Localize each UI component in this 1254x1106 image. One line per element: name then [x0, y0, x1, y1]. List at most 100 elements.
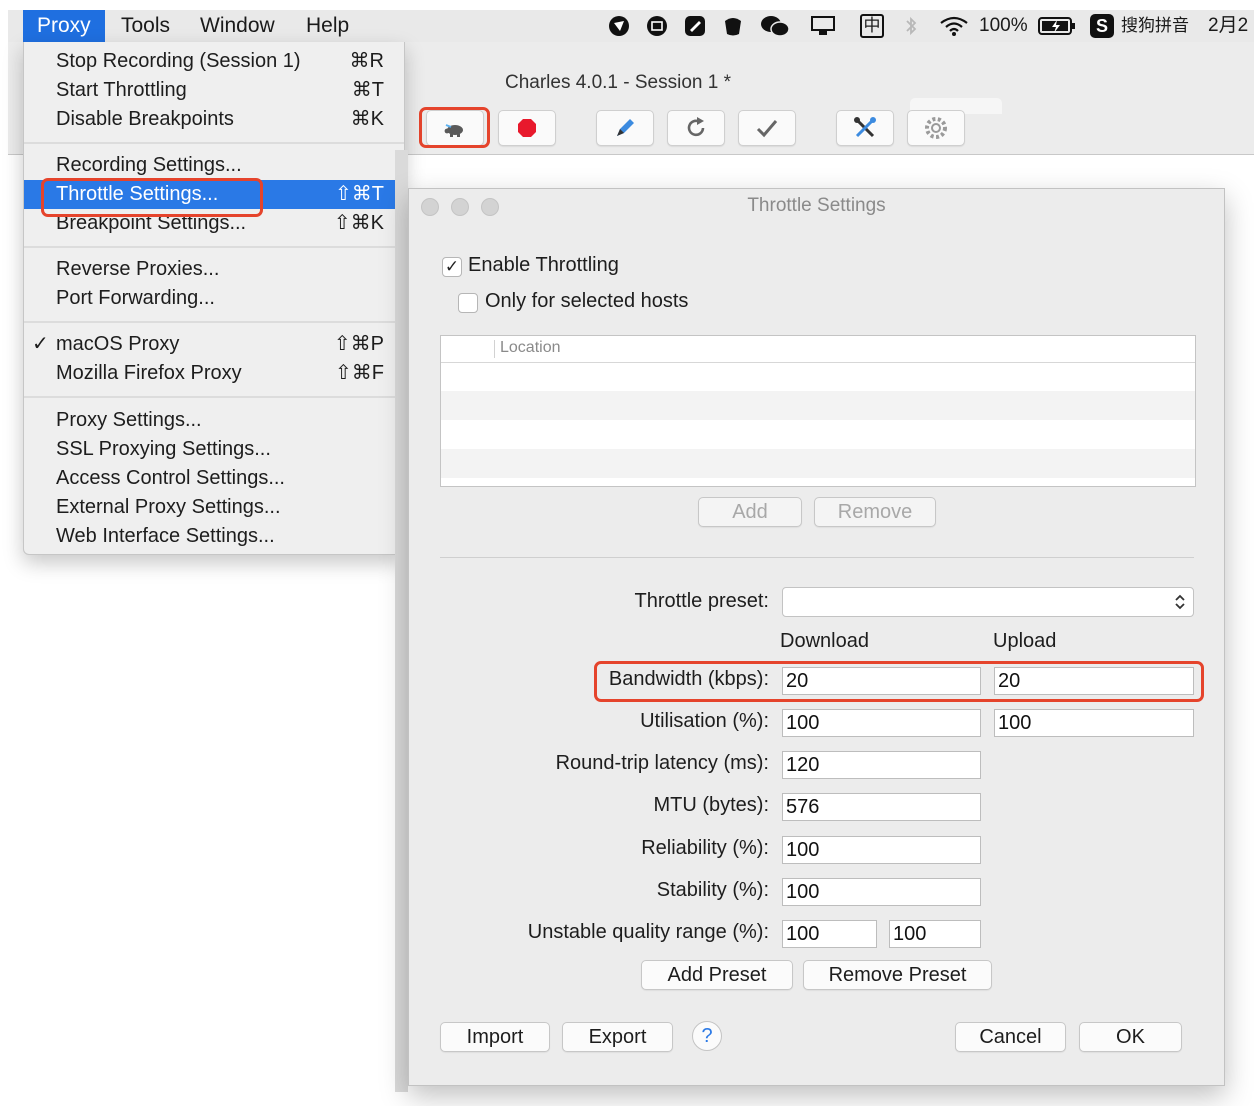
menu-window[interactable]: Window	[200, 10, 275, 42]
utilisation-upload-input[interactable]	[994, 709, 1194, 737]
compose-button[interactable]	[596, 110, 654, 146]
upload-column-header: Upload	[993, 630, 1057, 652]
enable-throttling-label: Enable Throttling	[468, 254, 619, 276]
location-column-header[interactable]: Location	[500, 339, 561, 357]
checkmark-icon	[756, 120, 778, 138]
background-window-edge	[395, 150, 408, 1092]
menu-bar: Proxy Tools Window Help 中 100% S 搜狗拼音 2月…	[8, 10, 1254, 43]
stability-input[interactable]	[782, 878, 981, 906]
menu-item-shortcut: ⇧⌘T	[335, 183, 384, 205]
menu-help[interactable]: Help	[306, 10, 349, 42]
throttle-preset-select[interactable]	[782, 587, 1194, 617]
menu-proxy[interactable]: Proxy	[23, 10, 105, 42]
repeat-button[interactable]	[667, 110, 725, 146]
menu-item-web-interface-settings[interactable]: Web Interface Settings...	[24, 522, 404, 551]
wechat-icon[interactable]	[760, 15, 790, 37]
reliability-input[interactable]	[782, 836, 981, 864]
menu-item-ssl-proxying-settings[interactable]: SSL Proxying Settings...	[24, 435, 404, 464]
latency-label: Round-trip latency (ms):	[555, 752, 769, 774]
column-divider	[494, 340, 495, 358]
menu-date[interactable]: 2月2	[1208, 10, 1248, 42]
menu-item-access-control-settings[interactable]: Access Control Settings...	[24, 464, 404, 493]
utilisation-download-input[interactable]	[782, 709, 981, 737]
menu-item-label: Mozilla Firefox Proxy	[56, 362, 242, 384]
menu-item-shortcut: ⌘K	[350, 108, 384, 130]
input-cn-icon[interactable]: 中	[860, 14, 884, 38]
menu-item-shortcut: ⇧⌘K	[333, 212, 384, 234]
record-button[interactable]	[498, 110, 556, 146]
menu-item-start-throttling[interactable]: Start Throttling ⌘T	[24, 76, 404, 105]
battery-icon[interactable]	[1038, 15, 1076, 37]
wifi-icon[interactable]	[938, 15, 970, 37]
chevron-updown-icon	[1175, 594, 1185, 610]
bluetooth-icon[interactable]	[900, 15, 922, 37]
menu-item-label: SSL Proxying Settings...	[56, 438, 271, 460]
tools-button[interactable]	[836, 110, 894, 146]
reliability-label: Reliability (%):	[641, 837, 769, 859]
menu-item-label: External Proxy Settings...	[56, 496, 281, 518]
menu-item-port-forwarding[interactable]: Port Forwarding...	[24, 284, 404, 313]
section-divider	[440, 557, 1194, 558]
only-selected-hosts-checkbox[interactable]	[458, 293, 478, 313]
menu-separator	[24, 396, 404, 398]
remove-host-button[interactable]: Remove	[814, 497, 936, 527]
pen-icon	[617, 119, 634, 136]
menu-item-label: Reverse Proxies...	[56, 258, 220, 280]
menu-separator	[24, 142, 404, 144]
add-preset-button[interactable]: Add Preset	[641, 960, 793, 990]
throttle-settings-dialog: Throttle Settings ✓ Enable Throttling On…	[408, 188, 1225, 1086]
validate-button[interactable]	[738, 110, 796, 146]
menu-item-disable-breakpoints[interactable]: Disable Breakpoints ⌘K	[24, 105, 404, 134]
menu-item-external-proxy-settings[interactable]: External Proxy Settings...	[24, 493, 404, 522]
gear-icon	[925, 117, 947, 139]
menu-item-stop-recording[interactable]: Stop Recording (Session 1) ⌘R	[24, 47, 404, 76]
menu-item-macos-proxy[interactable]: ✓ macOS Proxy ⇧⌘P	[24, 330, 404, 359]
menu-separator	[24, 321, 404, 323]
ime-name: 搜狗拼音	[1121, 16, 1189, 35]
hosts-table[interactable]: Location	[440, 335, 1196, 487]
annotation-throttle-settings	[41, 178, 263, 217]
display-icon[interactable]	[810, 15, 836, 37]
annotation-bandwidth-row	[594, 661, 1204, 702]
menu-item-label: macOS Proxy	[56, 333, 180, 355]
shield-icon[interactable]	[608, 15, 630, 37]
import-button[interactable]: Import	[440, 1022, 550, 1052]
stability-label: Stability (%):	[656, 879, 769, 901]
menu-item-shortcut: ⌘T	[351, 79, 384, 101]
cancel-button[interactable]: Cancel	[955, 1022, 1066, 1052]
bear-icon[interactable]	[722, 15, 744, 37]
sogou-icon[interactable]: S	[1090, 14, 1114, 38]
settings-button[interactable]	[907, 110, 965, 146]
add-host-button[interactable]: Add	[698, 497, 802, 527]
mtu-input[interactable]	[782, 793, 981, 821]
menu-tools[interactable]: Tools	[121, 10, 170, 42]
menu-item-reverse-proxies[interactable]: Reverse Proxies...	[24, 255, 404, 284]
tools-icon	[854, 117, 876, 138]
menu-item-firefox-proxy[interactable]: Mozilla Firefox Proxy ⇧⌘F	[24, 359, 404, 388]
menu-item-shortcut: ⌘R	[349, 50, 384, 72]
menu-item-label: Proxy Settings...	[56, 409, 202, 431]
menu-item-shortcut: ⇧⌘P	[333, 333, 384, 355]
unstable-range-min-input[interactable]	[782, 920, 877, 948]
throttle-preset-label: Throttle preset:	[634, 590, 769, 612]
download-column-header: Download	[780, 630, 869, 652]
menu-item-label: Recording Settings...	[56, 154, 242, 176]
ok-button[interactable]: OK	[1079, 1022, 1182, 1052]
remove-preset-button[interactable]: Remove Preset	[803, 960, 992, 990]
enable-throttling-checkbox[interactable]: ✓	[442, 257, 462, 277]
unstable-range-max-input[interactable]	[889, 920, 981, 948]
menu-separator	[24, 246, 404, 248]
menu-item-label: Access Control Settings...	[56, 467, 285, 489]
record-stop-icon	[518, 119, 536, 137]
table-row	[441, 449, 1195, 478]
notes-icon[interactable]	[684, 15, 706, 37]
mail-icon[interactable]	[646, 15, 668, 37]
menu-item-proxy-settings[interactable]: Proxy Settings...	[24, 406, 404, 435]
export-button[interactable]: Export	[562, 1022, 673, 1052]
menu-item-label: Port Forwarding...	[56, 287, 215, 309]
battery-percent: 100%	[979, 15, 1028, 36]
table-header: Location	[441, 336, 1195, 363]
latency-input[interactable]	[782, 751, 981, 779]
menu-item-recording-settings[interactable]: Recording Settings...	[24, 151, 404, 180]
help-button[interactable]: ?	[692, 1021, 722, 1051]
